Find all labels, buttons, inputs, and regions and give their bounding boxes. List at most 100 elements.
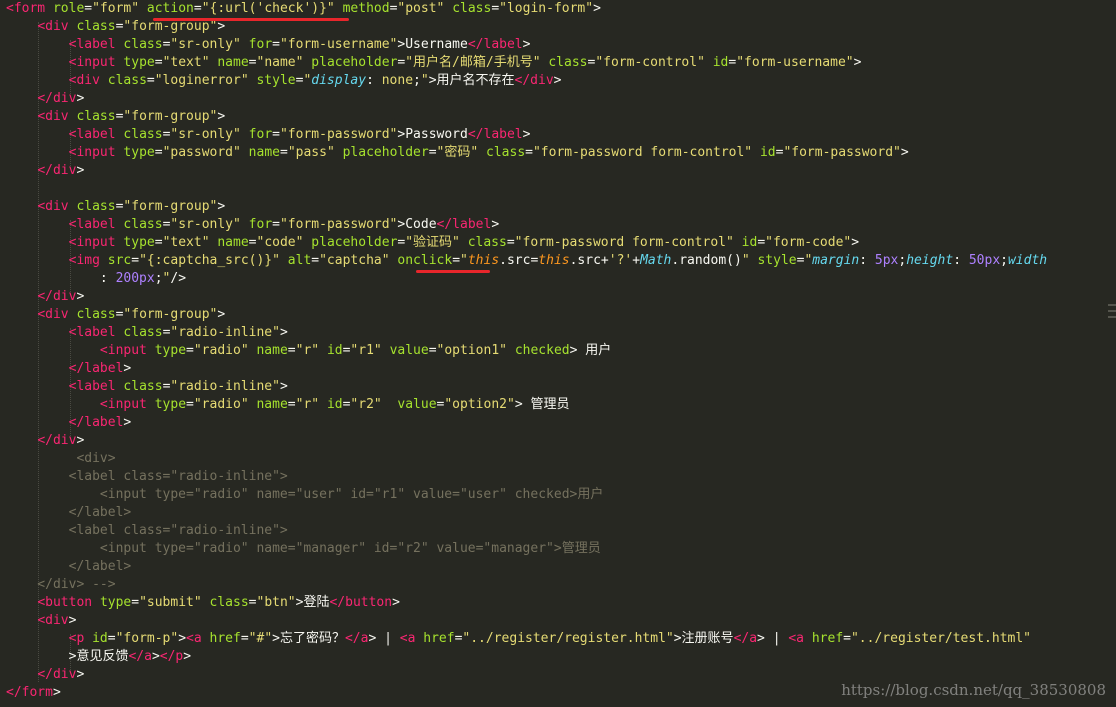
code-token: value: [397, 397, 437, 412]
code-line[interactable]: <img src="{:captcha_src()}" alt="captcha…: [6, 252, 1048, 270]
code-line[interactable]: <label class="radio-inline">: [6, 522, 288, 540]
code-token: ;: [1000, 253, 1008, 268]
code-editor[interactable]: <form role="form" action="{:url('check')…: [0, 0, 1116, 707]
code-token: type: [99, 595, 132, 610]
code-token: </div: [37, 91, 77, 106]
code-line[interactable]: <input type="text" name="name" placehold…: [6, 54, 862, 72]
code-token: >: [123, 361, 132, 376]
code-token: id: [326, 343, 343, 358]
code-line[interactable]: </form>: [6, 684, 61, 702]
code-line[interactable]: <label class="radio-inline">: [6, 378, 288, 396]
code-token: >: [522, 37, 531, 52]
code-line[interactable]: <input type="radio" name="user" id="r1" …: [6, 486, 603, 504]
code-token: type: [154, 343, 187, 358]
code-token: />: [170, 271, 187, 286]
code-line[interactable]: <label class="sr-only" for="form-passwor…: [6, 216, 500, 234]
code-token: class: [76, 109, 116, 124]
code-line[interactable]: </label>: [6, 504, 132, 522]
code-line[interactable]: <div class="form-group">: [6, 108, 225, 126]
code-token: onclick: [397, 253, 453, 268]
code-line[interactable]: <label class="radio-inline">: [6, 324, 288, 342]
code-token: >: [217, 199, 226, 214]
code-token: >: [853, 55, 862, 70]
code-token: =: [757, 235, 766, 250]
code-token: "option2": [444, 397, 515, 412]
code-token: "form-group": [123, 307, 218, 322]
code-token: this: [538, 253, 570, 268]
code-line[interactable]: <button type="submit" class="btn">登陆</bu…: [6, 594, 400, 612]
code-line[interactable]: </div>: [6, 162, 84, 180]
code-token: </div> -->: [6, 577, 116, 592]
code-token: </p: [159, 649, 184, 664]
code-token: name: [217, 55, 249, 70]
code-line[interactable]: <div>: [6, 612, 76, 630]
code-line[interactable]: </label>: [6, 360, 132, 378]
code-token: =: [131, 253, 140, 268]
code-token: "form-group": [123, 109, 218, 124]
code-line[interactable]: <input type="radio" name="manager" id="r…: [6, 540, 601, 558]
code-token: href: [423, 631, 455, 646]
code-line[interactable]: : 200px;"/>: [6, 270, 186, 288]
code-line[interactable]: <input type="text" name="code" placehold…: [6, 234, 859, 252]
code-token: "sr-only": [170, 127, 241, 142]
code-line[interactable]: <div class="form-group">: [6, 306, 225, 324]
code-token: "password": [162, 145, 241, 160]
code-line[interactable]: <input type="radio" name="r" id="r2" val…: [6, 396, 570, 414]
code-token: >Code: [397, 217, 437, 232]
code-token: >: [183, 649, 192, 664]
code-line[interactable]: <div class="form-group">: [6, 198, 225, 216]
code-line[interactable]: </div>: [6, 666, 84, 684]
code-token: </label>: [6, 505, 132, 520]
code-line[interactable]: </div>: [6, 432, 84, 450]
code-token: 200px: [115, 271, 155, 286]
code-token: role: [52, 1, 85, 16]
code-token: <input: [68, 235, 116, 250]
code-line[interactable]: <label class="sr-only" for="form-usernam…: [6, 36, 531, 54]
code-line[interactable]: </div> -->: [6, 576, 116, 594]
code-line[interactable]: <div class="loginerror" style="display: …: [6, 72, 562, 90]
code-token: =: [154, 145, 163, 160]
code-token: :: [366, 73, 382, 88]
code-token: value: [389, 343, 429, 358]
code-token: placeholder: [311, 55, 398, 70]
code-line[interactable]: <p id="form-p"><a href="#">忘了密码？</a> | <…: [6, 630, 1031, 648]
code-token: "r1": [350, 343, 382, 358]
code-token: =: [146, 73, 155, 88]
code-token: "form-password": [279, 217, 398, 232]
code-token: "form-control": [595, 55, 705, 70]
code-line[interactable]: <input type="password" name="pass" place…: [6, 144, 909, 162]
code-token: =: [272, 37, 280, 52]
code-token: >: [553, 73, 562, 88]
code-line[interactable]: <input type="radio" name="r" id="r1" val…: [6, 342, 611, 360]
code-line[interactable]: </label>: [6, 414, 132, 432]
code-token: >: [392, 595, 400, 610]
code-token: id: [92, 631, 108, 646]
action-underline: [153, 18, 349, 21]
code-token: "sr-only": [170, 37, 241, 52]
code-line[interactable]: </div>: [6, 288, 84, 306]
code-token: >意见反馈: [6, 649, 129, 664]
code-token: "radio-inline": [170, 325, 280, 340]
watermark: https://blog.csdn.net/qq_38530808: [841, 681, 1106, 699]
code-line[interactable]: <form role="form" action="{:url('check')…: [6, 0, 601, 18]
code-line[interactable]: </div>: [6, 90, 84, 108]
code-token: "{:captcha_src()}": [139, 253, 280, 268]
code-token: "option1": [436, 343, 507, 358]
code-line[interactable]: </label>: [6, 558, 132, 576]
code-line[interactable]: >意见反馈</a></p>: [6, 648, 191, 666]
code-line[interactable]: <label class="sr-only" for="form-passwor…: [6, 126, 531, 144]
code-line[interactable]: <label class="radio-inline">: [6, 468, 288, 486]
code-token: </div: [514, 73, 554, 88]
code-token: >: [76, 433, 85, 448]
code-line[interactable]: <div>: [6, 450, 115, 468]
code-token: 50px: [968, 253, 1001, 268]
code-token: >: [522, 127, 531, 142]
